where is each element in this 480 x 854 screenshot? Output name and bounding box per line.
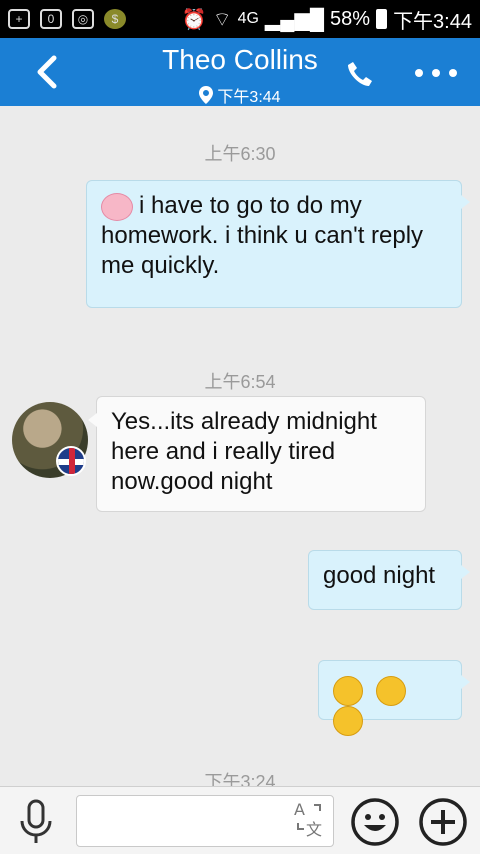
svg-text:A: A [294, 800, 305, 819]
contact-subtitle: 下午3:44 [0, 83, 480, 107]
outgoing-message[interactable]: i have to go to do my homework. i think … [86, 180, 470, 308]
svg-text:文: 文 [306, 820, 322, 839]
chat-area[interactable]: 上午6:30 i have to go to do my homework. i… [0, 106, 480, 786]
phone-icon[interactable] [344, 58, 376, 90]
chat-header: Theo Collins 下午3:44 [0, 38, 480, 106]
status-left: + 0 ◎ $ [8, 9, 126, 29]
contact-name[interactable]: Theo Collins [0, 44, 480, 76]
status-time: 下午3:44 [393, 10, 472, 33]
uk-flag-icon [56, 446, 86, 476]
status-right: ⏰ ⌔ 4G ▂▄▆█ 58% 下午3:44 [182, 5, 472, 34]
wechat-icon: ◎ [72, 9, 94, 29]
location-pin-icon [199, 86, 214, 104]
notification-plus-icon: + [8, 9, 30, 29]
grin-emoji-icon [333, 675, 363, 706]
wifi-icon: ⌔ [212, 8, 232, 31]
message-text: i have to go to do my homework. i think … [101, 192, 424, 279]
outgoing-emoji-message[interactable] [318, 660, 470, 737]
notification-box-icon: 0 [40, 9, 62, 29]
network-type: 4G [237, 10, 259, 27]
plus-icon[interactable] [418, 797, 468, 847]
emoji-icon[interactable] [350, 797, 400, 847]
battery-percent: 58% [330, 7, 371, 30]
app-notification-icon: $ [104, 9, 126, 29]
message-timestamp: 下午3:24 [204, 772, 276, 786]
message-text: good night [323, 562, 436, 589]
battery-icon [376, 9, 388, 29]
input-bar: A 文 [0, 786, 480, 854]
kiss-emoji-icon [333, 706, 363, 737]
more-icon[interactable] [414, 68, 458, 78]
message-timestamp: 上午6:54 [204, 372, 276, 392]
outgoing-message[interactable]: good night [308, 550, 470, 610]
message-text: Yes...its already midnight here and i re… [111, 408, 377, 495]
translate-icon[interactable]: A 文 [292, 799, 328, 839]
message-timestamp: 上午6:30 [204, 144, 276, 164]
contact-avatar[interactable] [12, 402, 88, 478]
kiss-emoji-icon [375, 675, 406, 706]
alarm-icon: ⏰ [181, 8, 207, 31]
mic-icon[interactable] [16, 799, 56, 845]
incoming-message[interactable]: Yes...its already midnight here and i re… [88, 396, 426, 512]
signal-icon: ▂▄▆█ [264, 8, 325, 31]
status-bar: + 0 ◎ $ ⏰ ⌔ 4G ▂▄▆█ 58% 下午3:44 [0, 0, 480, 38]
pig-emoji-icon [101, 192, 133, 221]
contact-local-time: 下午3:44 [217, 89, 281, 106]
